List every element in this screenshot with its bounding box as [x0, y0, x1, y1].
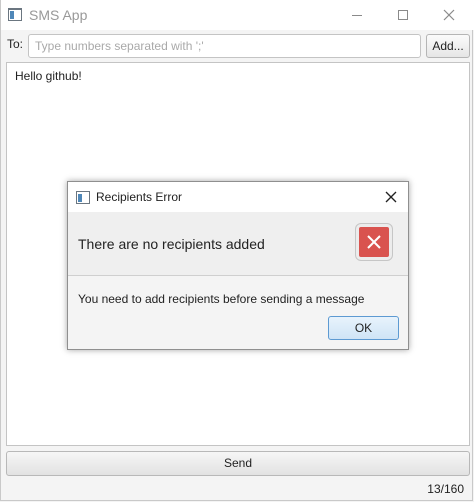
recipients-error-dialog: Recipients Error There are no recipients…: [67, 181, 409, 350]
dialog-title: Recipients Error: [96, 190, 183, 204]
window-title: SMS App: [29, 7, 88, 23]
app-icon: [8, 8, 22, 21]
close-icon: [443, 9, 455, 21]
minimize-icon: [352, 15, 362, 16]
sms-app-window: SMS App To: Add... Hello github! Send 13…: [0, 0, 474, 501]
dialog-close-button[interactable]: [381, 187, 401, 207]
character-counter: 13/160: [427, 482, 464, 496]
close-button[interactable]: [426, 0, 472, 30]
dialog-header-text: There are no recipients added: [78, 236, 265, 252]
maximize-icon: [398, 10, 408, 20]
dialog-content-text: You need to add recipients before sendin…: [78, 292, 365, 306]
send-button[interactable]: Send: [6, 451, 470, 476]
add-recipients-button[interactable]: Add...: [426, 34, 470, 58]
dialog-title-bar[interactable]: Recipients Error: [68, 182, 408, 212]
message-text: Hello github!: [15, 69, 82, 83]
ok-button[interactable]: OK: [328, 316, 399, 340]
close-icon: [385, 191, 397, 203]
minimize-button[interactable]: [334, 0, 380, 30]
dialog-header: There are no recipients added: [68, 212, 408, 276]
recipients-input[interactable]: [28, 34, 421, 58]
maximize-button[interactable]: [380, 0, 426, 30]
title-bar[interactable]: SMS App: [1, 0, 474, 30]
to-label: To:: [7, 37, 24, 51]
dialog-app-icon: [76, 191, 90, 204]
error-icon: [356, 224, 392, 260]
